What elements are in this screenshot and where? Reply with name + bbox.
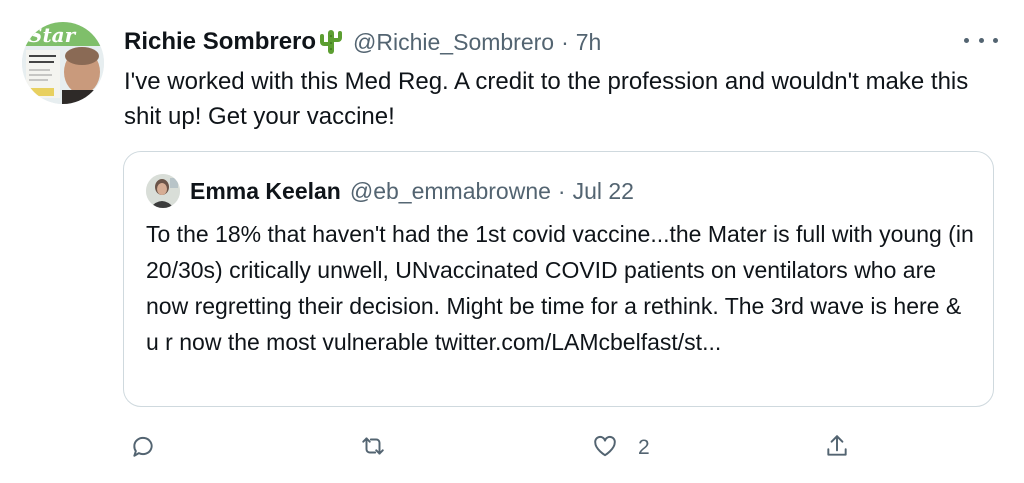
quoted-separator-dot: · bbox=[557, 177, 566, 204]
retweet-button[interactable] bbox=[360, 432, 406, 464]
like-button[interactable]: 2 bbox=[592, 432, 650, 464]
tweet-text: I've worked with this Med Reg. A credit … bbox=[124, 68, 969, 130]
share-button[interactable] bbox=[824, 432, 870, 464]
quoted-header: Emma Keelan @eb_emmabrowne · Jul 22 bbox=[190, 174, 634, 208]
quoted-tweet[interactable]: Emma Keelan @eb_emmabrowne · Jul 22 To t… bbox=[123, 151, 994, 407]
tweet-timestamp[interactable]: 7h bbox=[576, 29, 602, 56]
tweet-header: Richie Sombrero @Richie_Sombrero · 7h bbox=[124, 26, 601, 58]
like-count: 2 bbox=[638, 436, 650, 459]
tweet[interactable]: Star Richie Sombrero @Richie_Sombrero · … bbox=[0, 0, 1024, 483]
share-icon bbox=[824, 433, 850, 464]
author-handle[interactable]: @Richie_Sombrero bbox=[353, 29, 554, 56]
quoted-date: Jul 22 bbox=[572, 177, 634, 204]
separator-dot: · bbox=[561, 28, 569, 55]
svg-text:Star: Star bbox=[28, 23, 77, 47]
quoted-author-handle: @eb_emmabrowne bbox=[349, 177, 551, 204]
reply-icon bbox=[130, 433, 156, 464]
action-bar: 2 bbox=[0, 432, 1024, 464]
retweet-icon bbox=[360, 433, 386, 464]
reply-button[interactable] bbox=[130, 432, 176, 464]
author-name[interactable]: Richie Sombrero bbox=[124, 28, 316, 56]
author-avatar[interactable]: Star bbox=[22, 22, 104, 104]
quoted-text: To the 18% that haven't had the 1st covi… bbox=[146, 221, 974, 355]
quoted-author-name: Emma Keelan bbox=[190, 177, 341, 204]
more-options-icon[interactable] bbox=[964, 30, 998, 50]
quoted-author-avatar bbox=[146, 174, 180, 208]
heart-icon bbox=[592, 433, 618, 464]
cactus-icon bbox=[319, 28, 343, 56]
